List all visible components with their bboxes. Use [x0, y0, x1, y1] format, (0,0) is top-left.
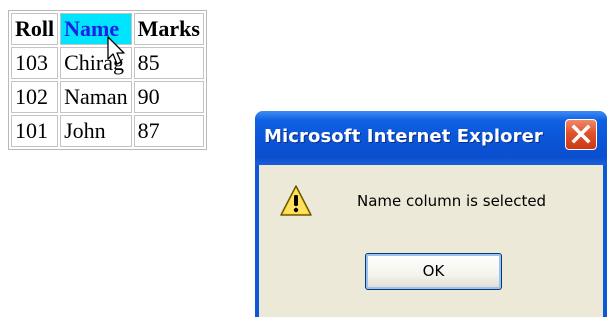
header-marks[interactable]: Marks	[133, 13, 204, 45]
cell-marks: 87	[133, 115, 204, 147]
ok-button[interactable]: OK	[365, 253, 502, 290]
dialog-message: Name column is selected	[357, 192, 547, 210]
cell-marks: 85	[133, 47, 204, 79]
warning-icon	[280, 185, 312, 216]
dialog-titlebar[interactable]: Microsoft Internet Explorer	[255, 111, 607, 165]
data-table: Roll Name Marks 103 Chirag 85 102 Naman …	[8, 10, 207, 150]
cell-name: John	[60, 115, 132, 147]
cell-name: Naman	[60, 81, 132, 113]
header-roll[interactable]: Roll	[11, 13, 59, 45]
cell-roll: 101	[11, 115, 59, 147]
cell-marks: 90	[133, 81, 204, 113]
dialog-body: Name column is selected OK	[259, 165, 603, 317]
table-row: 102 Naman 90	[11, 81, 204, 113]
close-icon	[571, 124, 591, 144]
close-button[interactable]	[565, 119, 597, 150]
dialog-title: Microsoft Internet Explorer	[264, 126, 543, 147]
table-row: 101 John 87	[11, 115, 204, 147]
mouse-pointer-icon	[107, 36, 125, 65]
alert-dialog: Microsoft Internet Explorer Name column …	[255, 111, 607, 317]
cell-roll: 102	[11, 81, 59, 113]
cell-roll: 103	[11, 47, 59, 79]
